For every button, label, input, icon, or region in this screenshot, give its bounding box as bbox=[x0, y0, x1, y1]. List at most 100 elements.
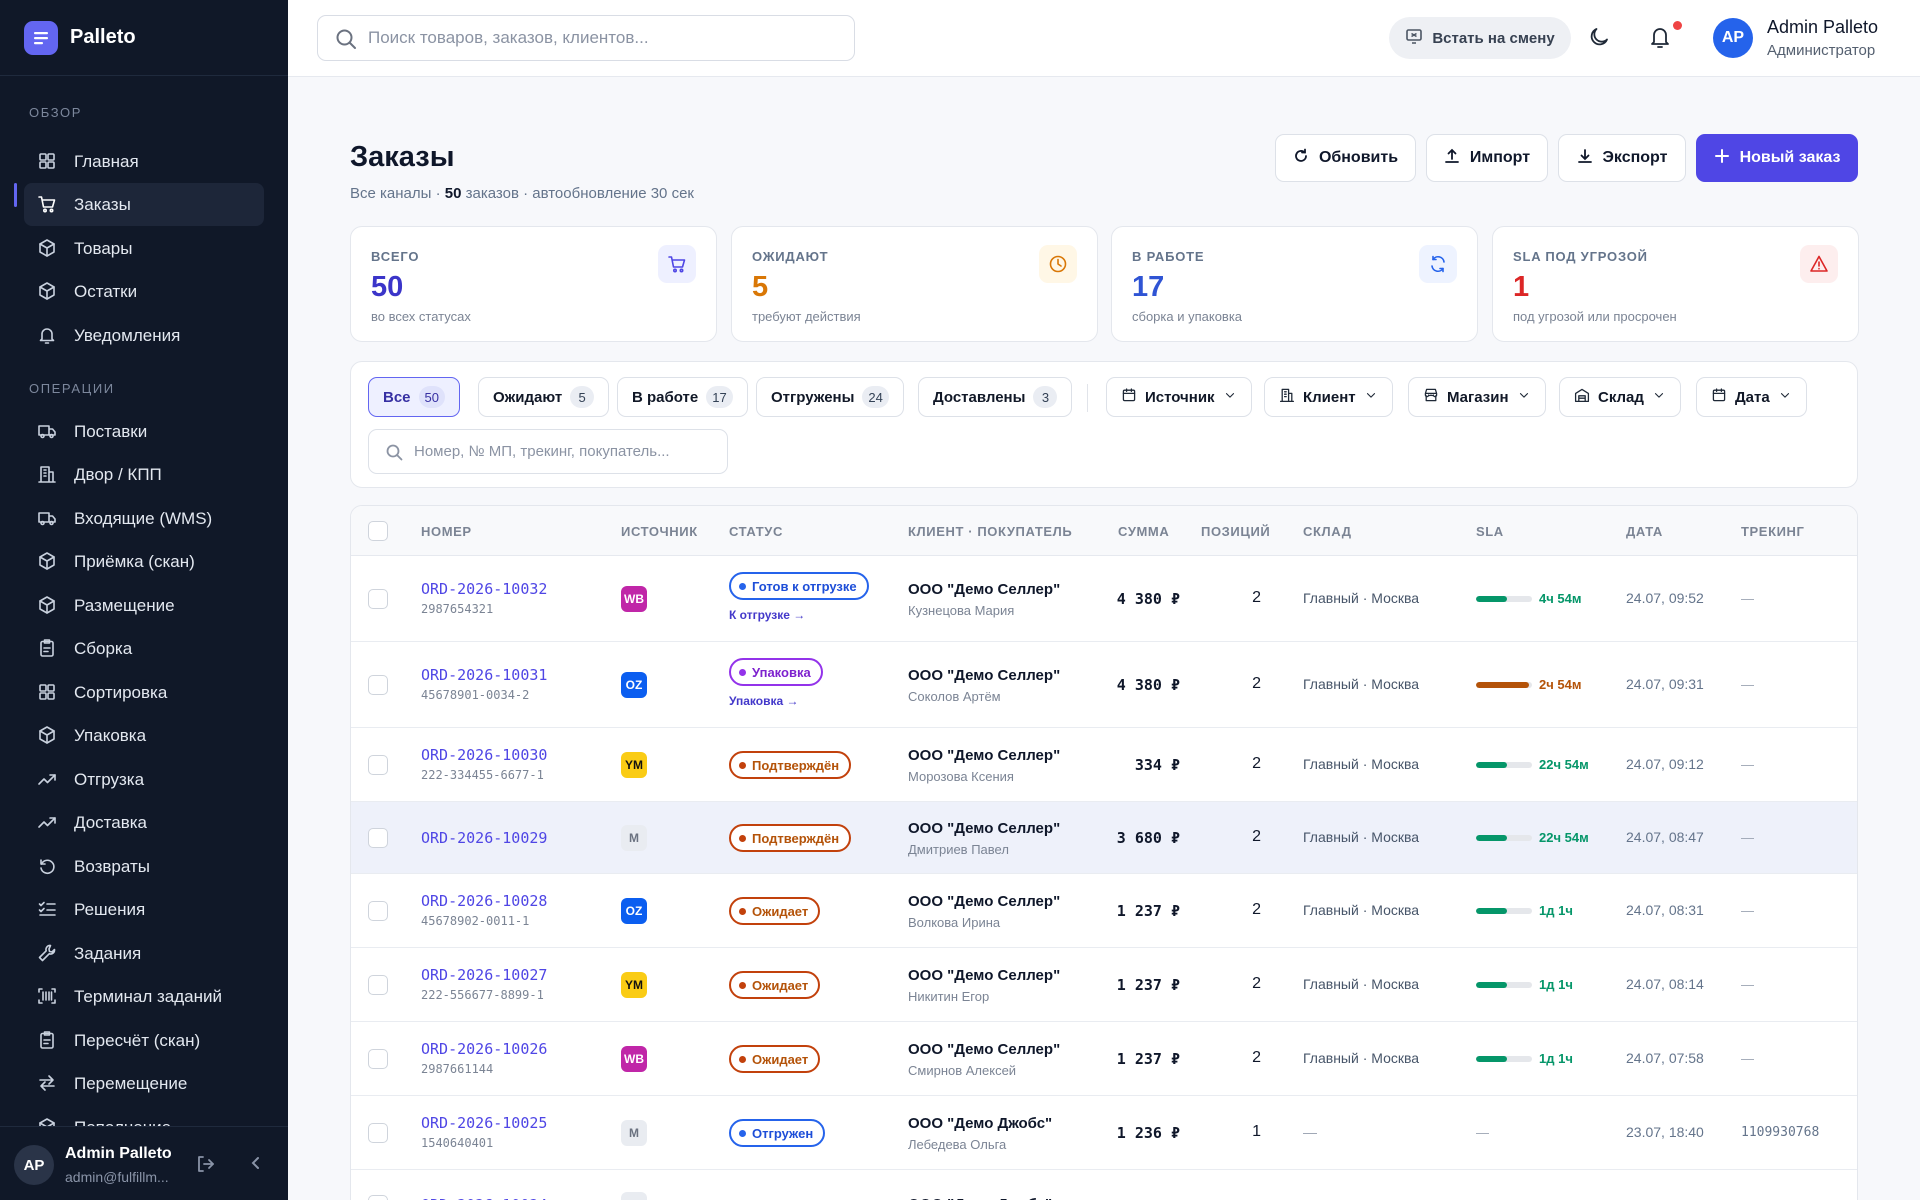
sidebar-item-16[interactable]: Возвраты bbox=[24, 845, 264, 888]
sidebar-item-10[interactable]: Размещение bbox=[24, 584, 264, 627]
filter-dropdown-4[interactable]: Склад bbox=[1559, 377, 1681, 417]
order-number-link[interactable]: ORD-2026-10028 bbox=[421, 892, 547, 910]
table-row[interactable]: ORD-2026-10030 222-334455-6677-1 YM Подтвер… bbox=[351, 728, 1857, 802]
tracking-number: — bbox=[1741, 591, 1754, 606]
sidebar-item-11[interactable]: Сборка bbox=[24, 627, 264, 670]
table-row[interactable]: ORD-2026-10031 45678901-0034-2 OZ Упаковка У… bbox=[351, 642, 1857, 728]
sidebar-item-15[interactable]: Доставка bbox=[24, 801, 264, 844]
select-all-checkbox[interactable] bbox=[368, 521, 388, 541]
export-button[interactable]: Экспорт bbox=[1558, 134, 1686, 182]
order-number-link[interactable]: ORD-2026-10030 bbox=[421, 746, 547, 764]
status-tab-2[interactable]: Ожидают 5 bbox=[478, 377, 610, 417]
table-row[interactable]: ORD-2026-10026 2987661144 WB Ожидает ООО "Де… bbox=[351, 1022, 1857, 1096]
items-count: 2 bbox=[1252, 755, 1261, 772]
order-number-link[interactable]: ORD-2026-10027 bbox=[421, 966, 547, 984]
import-button[interactable]: Импорт bbox=[1426, 134, 1548, 182]
moon-icon[interactable] bbox=[1587, 25, 1611, 54]
sidebar-item-5[interactable]: Уведомления bbox=[24, 314, 264, 357]
row-checkbox[interactable] bbox=[368, 1049, 388, 1069]
user-avatar[interactable]: AP bbox=[1713, 18, 1753, 58]
refresh-button[interactable]: Обновить bbox=[1275, 134, 1416, 182]
column-header[interactable]: SLA bbox=[1476, 524, 1504, 539]
search-input[interactable] bbox=[368, 16, 838, 60]
stat-card[interactable]: ВСЕГО 50 во всех статусах bbox=[350, 226, 717, 342]
filter-dropdown-3[interactable]: Магазин bbox=[1408, 377, 1546, 417]
sidebar-item-20[interactable]: Пересчёт (скан) bbox=[24, 1019, 264, 1062]
next-step-link[interactable]: К отгрузке → bbox=[729, 608, 805, 622]
filter-dropdown-5[interactable]: Дата bbox=[1696, 377, 1807, 417]
sidebar-item-14[interactable]: Отгрузка bbox=[24, 758, 264, 801]
sidebar-item-12[interactable]: Сортировка bbox=[24, 671, 264, 714]
sla-remaining: 4ч 54м bbox=[1539, 591, 1582, 606]
column-header[interactable]: ИСТОЧНИК bbox=[621, 524, 698, 539]
filter-dropdown-2[interactable]: Клиент bbox=[1264, 377, 1393, 417]
table-row[interactable]: ORD-2026-10025 1540640401 M Отгружен ООО "Де… bbox=[351, 1096, 1857, 1170]
orders-search-input[interactable] bbox=[414, 430, 714, 473]
avatar[interactable]: AP bbox=[14, 1145, 54, 1185]
sidebar-item-4[interactable]: Остатки bbox=[24, 270, 264, 313]
new-order-button[interactable]: Новый заказ bbox=[1696, 134, 1858, 182]
column-header[interactable]: ПОЗИЦИЙ bbox=[1201, 524, 1270, 539]
order-number-link[interactable]: ORD-2026-10031 bbox=[421, 666, 547, 684]
order-number-link[interactable]: ORD-2026-10032 bbox=[421, 580, 547, 598]
stat-card[interactable]: SLA ПОД УГРОЗОЙ 1 под угрозой или просроче… bbox=[1492, 226, 1859, 342]
column-header[interactable]: КЛИЕНТ · ПОКУПАТЕЛЬ bbox=[908, 524, 1072, 539]
status-tab-3[interactable]: В работе 17 bbox=[617, 377, 748, 417]
row-checkbox[interactable] bbox=[368, 589, 388, 609]
sidebar-item-6[interactable]: Поставки bbox=[24, 410, 264, 453]
order-number-link[interactable]: ORD-2026-10026 bbox=[421, 1040, 547, 1058]
filter-dropdown-1[interactable]: Источник bbox=[1106, 377, 1252, 417]
orders-search[interactable] bbox=[368, 429, 728, 474]
column-header[interactable]: СКЛАД bbox=[1303, 524, 1352, 539]
sidebar-item-17[interactable]: Решения bbox=[24, 888, 264, 931]
sidebar-item-1[interactable]: Главная bbox=[24, 140, 264, 183]
stat-card[interactable]: В РАБОТЕ 17 сборка и упаковка bbox=[1111, 226, 1478, 342]
column-header[interactable]: СТАТУС bbox=[729, 524, 783, 539]
order-number-link[interactable]: ORD-2026-10029 bbox=[421, 829, 547, 847]
row-checkbox[interactable] bbox=[368, 828, 388, 848]
table-row[interactable]: ORD-2026-10029 M Подтверждён ООО "Демо Селл… bbox=[351, 802, 1857, 874]
row-checkbox[interactable] bbox=[368, 901, 388, 921]
chevron-left-icon[interactable] bbox=[246, 1153, 266, 1178]
status-tab-5[interactable]: Доставлены 3 bbox=[918, 377, 1073, 417]
sidebar-item-18[interactable]: Задания bbox=[24, 932, 264, 975]
column-header[interactable]: СУММА bbox=[1118, 524, 1169, 539]
status-tab-4[interactable]: Отгружены 24 bbox=[756, 377, 904, 417]
next-step-link[interactable]: Упаковка → bbox=[729, 694, 799, 708]
row-checkbox[interactable] bbox=[368, 1123, 388, 1143]
user-name[interactable]: Admin Palleto bbox=[1767, 17, 1878, 38]
start-shift-button[interactable]: Встать на смену bbox=[1389, 17, 1571, 59]
sidebar-item-13[interactable]: Упаковка bbox=[24, 714, 264, 757]
table-row[interactable]: ORD-2026-10027 222-556677-8899-1 YM Ожидает… bbox=[351, 948, 1857, 1022]
sidebar-item-21[interactable]: Перемещение bbox=[24, 1062, 264, 1105]
row-checkbox[interactable] bbox=[368, 755, 388, 775]
source-badge: WB bbox=[621, 1046, 647, 1072]
sidebar-item-8[interactable]: Входящие (WMS) bbox=[24, 497, 264, 540]
global-search[interactable] bbox=[317, 15, 855, 61]
row-checkbox[interactable] bbox=[368, 1195, 388, 1200]
order-number-link[interactable]: ORD-2026-10025 bbox=[421, 1114, 547, 1132]
table-row[interactable]: ORD-2026-10032 2987654321 WB Готов к отгруз… bbox=[351, 556, 1857, 642]
order-number-link[interactable]: ORD-2026-10024 bbox=[421, 1196, 547, 1200]
sidebar-item-9[interactable]: Приёмка (скан) bbox=[24, 540, 264, 583]
logout-icon[interactable] bbox=[194, 1153, 216, 1180]
table-row[interactable]: ORD-2026-10028 45678902-0011-1 OZ Ожидает ОО… bbox=[351, 874, 1857, 948]
sidebar-item-7[interactable]: Двор / КПП bbox=[24, 453, 264, 496]
dashboard-icon bbox=[37, 151, 57, 171]
brand[interactable]: Palleto bbox=[0, 0, 288, 76]
buyer-name: Лебедева Ольга bbox=[908, 1137, 1007, 1152]
bell-icon[interactable] bbox=[1648, 24, 1672, 55]
row-checkbox[interactable] bbox=[368, 675, 388, 695]
status-tab-1[interactable]: Все 50 bbox=[368, 377, 460, 417]
sidebar-item-2[interactable]: Заказы bbox=[24, 183, 264, 226]
tracking-number[interactable]: 1109930768 bbox=[1741, 1125, 1819, 1140]
row-checkbox[interactable] bbox=[368, 975, 388, 995]
status-label: Ожидает bbox=[752, 1051, 809, 1067]
column-header[interactable]: ДАТА bbox=[1626, 524, 1663, 539]
sidebar-item-19[interactable]: Терминал заданий bbox=[24, 975, 264, 1018]
sidebar-item-3[interactable]: Товары bbox=[24, 227, 264, 270]
column-header[interactable]: ТРЕКИНГ bbox=[1741, 524, 1805, 539]
table-row[interactable]: ORD-2026-10024 M ООО "Демо Джобс" bbox=[351, 1170, 1857, 1200]
column-header[interactable]: НОМЕР bbox=[421, 524, 472, 539]
stat-card[interactable]: ОЖИДАЮТ 5 требуют действия bbox=[731, 226, 1098, 342]
